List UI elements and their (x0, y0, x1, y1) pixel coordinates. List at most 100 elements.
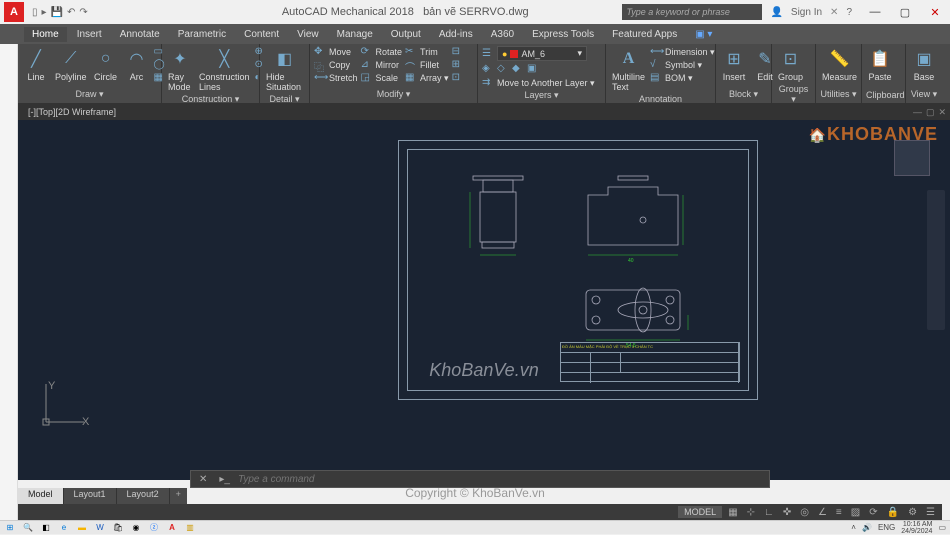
minimize-button[interactable]: — (860, 0, 890, 24)
status-polar-icon[interactable]: ✜ (780, 507, 794, 518)
rotate-button[interactable]: ⟳Rotate (361, 46, 403, 58)
status-snap-icon[interactable]: ⊹ (744, 507, 758, 518)
app-taskbar-icon[interactable]: ▥ (184, 522, 196, 534)
qat-new-icon[interactable]: ▯ (32, 7, 38, 18)
drawing-canvas[interactable]: 🏠KHOBANVE (18, 120, 950, 480)
arc-button[interactable]: ◠Arc (123, 46, 151, 83)
construction-group-label[interactable]: Construction ▾ (166, 93, 255, 106)
tab-addins[interactable]: Add-ins (431, 27, 481, 42)
layout-tab-model[interactable]: Model (18, 488, 64, 504)
multiline-text-button[interactable]: AMultiline Text (610, 46, 647, 93)
tray-clock[interactable]: 10:16 AM 24/9/2024 (901, 521, 932, 535)
utilities-group-label[interactable]: Utilities ▾ (820, 88, 857, 101)
detail-group-label[interactable]: Detail ▾ (264, 93, 305, 106)
signin-icon[interactable]: 👤 (770, 7, 782, 18)
mirror-button[interactable]: ⊿Mirror (361, 59, 403, 71)
layer-tools-row[interactable]: ◈◇◆▣ (482, 63, 595, 75)
tab-insert[interactable]: Insert (69, 27, 110, 42)
doc-max-icon[interactable]: ▢ (926, 107, 935, 118)
qat-open-icon[interactable]: ▸ (42, 7, 47, 18)
status-transparency-icon[interactable]: ▨ (848, 507, 863, 518)
start-button[interactable]: ⊞ (4, 522, 16, 534)
help-search[interactable]: Type a keyword or phrase (622, 4, 762, 20)
edge-icon[interactable]: e (58, 522, 70, 534)
tray-lang[interactable]: ENG (878, 523, 895, 532)
layer-dropdown[interactable]: ● AM_6 ▾ (497, 46, 587, 61)
fillet-button[interactable]: ⌒Fillet (405, 59, 449, 71)
line-button[interactable]: ╱Line (22, 46, 50, 83)
status-custom-icon[interactable]: ☰ (923, 507, 938, 518)
store-icon[interactable]: 🛍 (112, 522, 124, 534)
status-annoscale-icon[interactable]: 🔒 (884, 507, 902, 518)
status-grid-icon[interactable]: ▦ (725, 507, 740, 518)
navigation-bar[interactable] (927, 190, 945, 330)
cmdline-chevron-icon[interactable]: ▸_ (215, 474, 234, 485)
close-button[interactable]: ✕ (920, 0, 950, 24)
tab-annotate[interactable]: Annotate (112, 27, 168, 42)
zalo-icon[interactable]: ⓩ (148, 522, 160, 534)
status-ortho-icon[interactable]: ∟ (761, 507, 777, 518)
autocad-taskbar-icon[interactable]: A (166, 522, 178, 534)
viewport-label[interactable]: [-][Top][2D Wireframe] (22, 107, 122, 117)
tab-view[interactable]: View (289, 27, 327, 42)
base-view-button[interactable]: ▣Base (910, 46, 938, 83)
qat-redo-icon[interactable]: ↷ (79, 7, 87, 18)
app-icon[interactable]: A (4, 2, 24, 22)
status-model-button[interactable]: MODEL (678, 506, 722, 518)
cmdline-close-icon[interactable]: ✕ (195, 474, 211, 485)
chrome-icon[interactable]: ◉ (130, 522, 142, 534)
tab-a360[interactable]: A360 (483, 27, 522, 42)
move-button[interactable]: ✥Move (314, 46, 358, 58)
status-lwt-icon[interactable]: ≡ (833, 507, 845, 518)
scale-button[interactable]: ◲Scale (361, 72, 403, 84)
paste-button[interactable]: 📋Paste (866, 46, 894, 83)
status-otrack-icon[interactable]: ∠ (815, 507, 830, 518)
tab-more-icon[interactable]: ▣ ▾ (687, 27, 720, 42)
tab-output[interactable]: Output (383, 27, 429, 42)
insert-block-button[interactable]: ⊞Insert (720, 46, 748, 83)
help-icon[interactable]: ? (846, 7, 852, 18)
array-button[interactable]: ▦Array ▾ (405, 72, 449, 84)
draw-group-label[interactable]: Draw ▾ (22, 88, 157, 101)
tray-notifications-icon[interactable]: ▭ (938, 523, 946, 532)
command-input[interactable] (238, 474, 765, 485)
signin-label[interactable]: Sign In (791, 7, 822, 18)
tab-content[interactable]: Content (236, 27, 287, 42)
qat-save-icon[interactable]: 💾 (51, 7, 63, 18)
qat-undo-icon[interactable]: ↶ (67, 7, 75, 18)
measure-button[interactable]: 📏Measure (820, 46, 859, 83)
group-button[interactable]: ⊡Group (776, 46, 805, 83)
move-to-layer-button[interactable]: ⇉Move to Another Layer ▾ (482, 77, 595, 89)
view-cube[interactable] (894, 140, 930, 176)
circle-button[interactable]: ○Circle (92, 46, 120, 83)
maximize-button[interactable]: ▢ (890, 0, 920, 24)
layout-tab-add[interactable]: + (170, 488, 187, 504)
symbol-button[interactable]: √Symbol ▾ (650, 59, 715, 71)
tab-express[interactable]: Express Tools (524, 27, 602, 42)
stretch-button[interactable]: ⟷Stretch (314, 72, 358, 84)
tray-chevron-icon[interactable]: ˄ (851, 523, 856, 532)
tab-home[interactable]: Home (24, 27, 67, 42)
layers-group-label[interactable]: Layers ▾ (482, 89, 601, 102)
groups-group-label[interactable]: Groups ▾ (776, 83, 811, 106)
layer-props-icon[interactable]: ☰ (482, 48, 494, 60)
explorer-icon[interactable]: ▬ (76, 522, 88, 534)
tab-parametric[interactable]: Parametric (170, 27, 234, 42)
polyline-button[interactable]: ⟋Polyline (53, 46, 89, 83)
tab-featuredapps[interactable]: Featured Apps (604, 27, 685, 42)
copy-button[interactable]: ⿻Copy (314, 59, 358, 71)
tab-manage[interactable]: Manage (329, 27, 381, 42)
bom-button[interactable]: ▤BOM ▾ (650, 72, 715, 84)
modify-group-label[interactable]: Modify ▾ (314, 88, 473, 101)
tray-network-icon[interactable]: 🔊 (862, 523, 872, 532)
layout-tab-layout2[interactable]: Layout2 (117, 488, 170, 504)
block-group-label[interactable]: Block ▾ (720, 88, 767, 101)
modify-extra-2[interactable]: ⊞ (452, 59, 464, 71)
search-icon[interactable]: 🔍 (22, 522, 34, 534)
dimension-button[interactable]: ⟷Dimension ▾ (650, 46, 715, 58)
view-group-label[interactable]: View ▾ (910, 88, 938, 101)
status-cycle-icon[interactable]: ⟳ (866, 507, 880, 518)
status-osnap-icon[interactable]: ◎ (797, 507, 812, 518)
exchange-icon[interactable]: ✕ (830, 7, 838, 18)
hide-situation-button[interactable]: ◧Hide Situation (264, 46, 305, 93)
